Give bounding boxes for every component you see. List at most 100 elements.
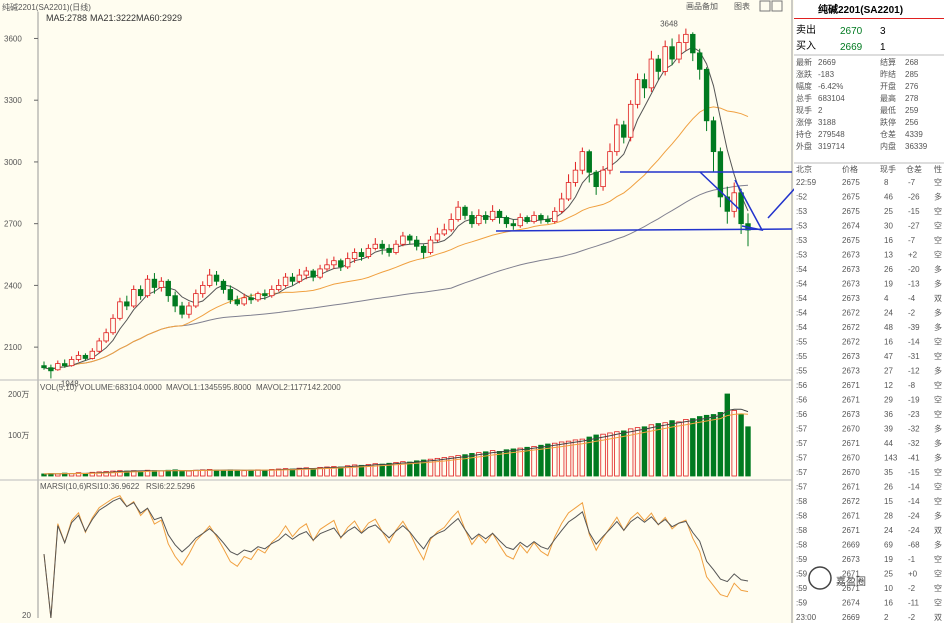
tick-type: 多 <box>934 308 942 318</box>
tick-type: 空 <box>934 235 942 245</box>
tick-volume: 12 <box>884 381 893 390</box>
tick-price: 2673 <box>842 410 860 419</box>
tick-price: 2671 <box>842 483 860 492</box>
volume-bar <box>220 470 227 477</box>
volume-bar <box>234 469 240 477</box>
tick-volume: 143 <box>884 454 898 463</box>
candle-body <box>165 280 171 297</box>
volume-bar <box>738 414 744 477</box>
tick-oi-change: -12 <box>908 367 920 376</box>
tick-type: 空 <box>934 206 942 216</box>
tick-volume: 8 <box>884 178 889 187</box>
quote-panel <box>794 0 944 623</box>
tick-time: :55 <box>796 338 808 347</box>
volume-bar <box>186 470 192 477</box>
rsi-tick-label: 20 <box>22 611 31 620</box>
chart-window: 纯碱2201(SA2201)(日线) MA5:2788 MA21:3222 MA60:… <box>0 0 944 623</box>
tick-volume: 35 <box>884 468 893 477</box>
tick-time: :54 <box>796 280 808 289</box>
candle-body <box>206 274 213 286</box>
stat-label: 外盘 <box>796 141 812 151</box>
volume-bar <box>745 426 751 477</box>
candle-body <box>55 363 61 371</box>
stat-label-2: 跌停 <box>880 117 896 127</box>
tick-volume: 39 <box>884 425 893 434</box>
volume-bar <box>579 438 586 477</box>
candle-body <box>310 270 316 278</box>
kline-chart[interactable]: 纯碱2201(SA2201)(日线)MA5:2788 MA21:3222 MA60:… <box>0 0 944 623</box>
candle-body <box>648 58 655 89</box>
tick-volume: 10 <box>884 584 893 593</box>
candle-body <box>552 210 558 223</box>
volume-bar <box>627 428 634 477</box>
tick-type: 空 <box>934 409 942 419</box>
candle-body <box>338 260 344 268</box>
tick-oi-change: -24 <box>908 512 920 521</box>
price-tick-label: 2700 <box>4 220 22 229</box>
tick-time: :57 <box>796 454 808 463</box>
tick-volume: 69 <box>884 541 893 550</box>
candle-body <box>690 33 696 54</box>
tick-time: :56 <box>796 396 808 405</box>
mavol2-label: MAVOL2:1177142.2000 <box>256 383 341 392</box>
candle-body <box>676 42 682 60</box>
tick-time: 23:00 <box>796 613 817 622</box>
candle-body <box>634 79 641 105</box>
candle-body <box>372 243 378 249</box>
candle-body <box>48 367 54 372</box>
candle-body <box>558 198 565 212</box>
stat-label: 总手 <box>796 93 812 103</box>
candle-body <box>476 215 482 225</box>
tick-price: 2675 <box>842 207 860 216</box>
tick-oi-change: -2 <box>908 584 916 593</box>
tick-oi-change: -32 <box>908 439 920 448</box>
tick-oi-change: -7 <box>908 178 916 187</box>
candle-body <box>414 239 420 247</box>
volume-bar <box>469 453 475 477</box>
candle-body <box>103 332 109 342</box>
watermark-text: 嘉盈圈 <box>836 575 866 588</box>
volume-bar <box>455 455 461 477</box>
tick-volume: 19 <box>884 555 893 564</box>
panel-title-underline <box>794 18 944 19</box>
stat-label-2: 开盘 <box>880 81 896 91</box>
tick-time: :57 <box>796 468 808 477</box>
tick-type: 空 <box>934 467 942 477</box>
tick-oi-change: -20 <box>908 265 920 274</box>
volume-bar <box>213 469 220 477</box>
tick-time: :55 <box>796 352 808 361</box>
bid-volume: 1 <box>880 42 886 53</box>
tick-oi-change: -26 <box>908 193 920 202</box>
tick-oi-change: -2 <box>908 309 916 318</box>
candle-body <box>144 278 151 297</box>
chart-button[interactable]: 图表 <box>734 1 750 11</box>
stat-label-2: 内盘 <box>880 141 896 151</box>
history-button[interactable]: 画品备加 <box>686 1 718 11</box>
tick-time: :54 <box>796 323 808 332</box>
candle-body <box>614 124 620 153</box>
tick-time: :59 <box>796 555 808 564</box>
tick-price: 2673 <box>842 367 860 376</box>
vol-label: VOL(5,10) VOLUME:683104.0000 <box>40 383 162 392</box>
tick-volume: 36 <box>884 410 893 419</box>
candle-body <box>427 239 434 253</box>
candle-body <box>538 215 544 220</box>
candle-body <box>151 278 158 288</box>
rsi-name-label: MARSI(10,6) <box>40 482 87 491</box>
candle-body <box>641 79 648 89</box>
candle-body <box>696 52 703 70</box>
tick-header-cell: 价格 <box>842 164 858 174</box>
candle-body <box>441 229 448 235</box>
tick-volume: 16 <box>884 338 893 347</box>
stat-value-2: 256 <box>905 118 919 127</box>
tick-oi-change: -15 <box>908 468 920 477</box>
tick-time: :54 <box>796 294 808 303</box>
stat-label: 现手 <box>796 105 812 115</box>
candle-body <box>545 219 551 223</box>
tick-oi-change: -14 <box>908 497 920 506</box>
volume-bar <box>696 416 703 477</box>
ma21-label: MA21:3222 <box>90 13 136 23</box>
volume-bar <box>262 469 268 477</box>
tick-oi-change: -13 <box>908 280 920 289</box>
tick-type: 空 <box>934 554 942 564</box>
